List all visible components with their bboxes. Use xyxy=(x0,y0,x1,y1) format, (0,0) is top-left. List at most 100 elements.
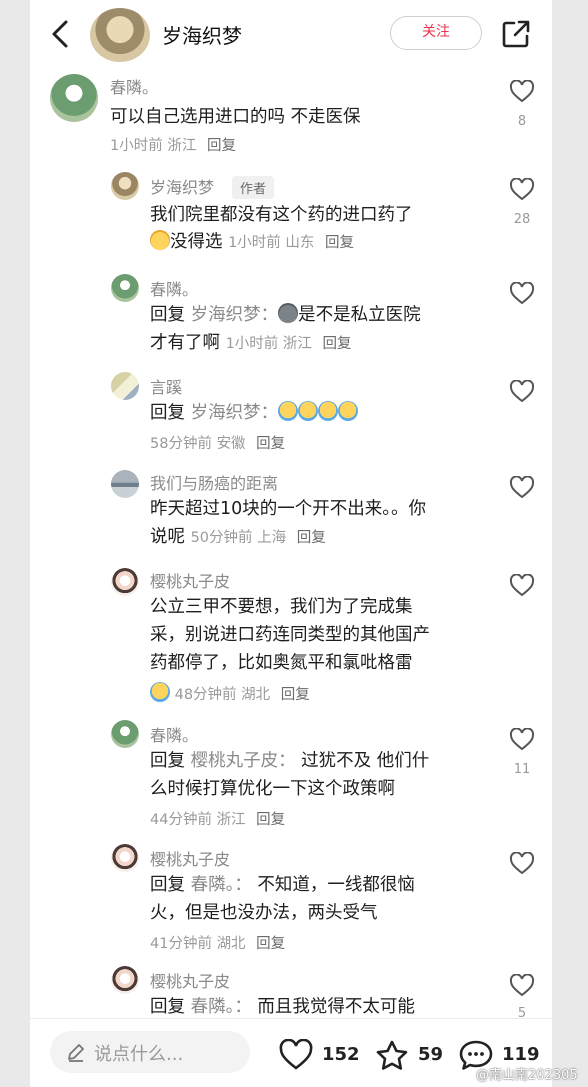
comment-text-line2: 火，但是也没办法，两头受气 xyxy=(150,903,378,923)
comment-text: 昨天超过10块的一个开不出来。。你 xyxy=(150,499,427,519)
like-count: 11 xyxy=(513,762,531,777)
reply-button[interactable]: 回复 xyxy=(281,687,310,703)
reply-button[interactable]: 回复 xyxy=(297,530,326,546)
crying-emoji-icon xyxy=(298,401,319,421)
phone-screen: 岁海织梦 关注 春隣。 可以自己选用进口的吗 不走医保 1小时前 浙江 回复 8… xyxy=(30,0,552,1087)
watermark: @南山南202305 xyxy=(476,1068,578,1083)
share-icon[interactable] xyxy=(500,18,532,50)
comment-text-line2: 说呢 50分钟前 上海 回复 xyxy=(150,527,326,547)
heart-icon[interactable] xyxy=(509,380,535,404)
comment-time: 41分钟前 xyxy=(150,936,212,952)
comment-location: 浙江 xyxy=(216,812,246,828)
crying-emoji-icon xyxy=(318,401,339,421)
comment-text: 回复 春隣。： 不知道，一线都很恼 xyxy=(150,875,415,895)
comment-text-line2: 采，别说进口药连同类型的其他国产 xyxy=(150,625,430,645)
comment-input[interactable]: 说点什么... xyxy=(50,1031,250,1073)
comment-text: 回复 岁海织梦： 是不是私立医院 xyxy=(150,303,421,325)
avatar[interactable] xyxy=(111,568,139,596)
heart-icon[interactable] xyxy=(509,80,535,104)
comment-meta: 1小时前 浙江 回复 xyxy=(110,134,236,155)
emoji-icon xyxy=(150,230,170,250)
comment-location: 安徽 xyxy=(216,436,246,452)
avatar[interactable] xyxy=(111,372,139,400)
commenter-name[interactable]: 春隣。 xyxy=(150,722,198,746)
comment-meta: 1小时前 浙江 回复 xyxy=(226,336,352,352)
heart-icon[interactable] xyxy=(509,974,535,998)
comment-location: 湖北 xyxy=(216,936,246,952)
back-arrow-icon[interactable] xyxy=(46,18,76,50)
emoji-icon xyxy=(278,303,299,323)
commenter-name[interactable]: 樱桃丸子皮 xyxy=(150,568,230,592)
reply-button[interactable]: 回复 xyxy=(256,812,285,828)
commenter-name[interactable]: 春隣。 xyxy=(110,74,158,98)
avatar[interactable] xyxy=(111,274,139,302)
comment-text-line3: 药都停了，比如奥氮平和氯吡格雷 xyxy=(150,653,413,673)
avatar[interactable] xyxy=(111,172,139,200)
comment-time: 1小时前 xyxy=(225,336,279,352)
avatar[interactable] xyxy=(111,470,139,498)
reply-to-user[interactable]: 岁海织梦： xyxy=(191,403,279,423)
comment-location: 山东 xyxy=(285,235,315,251)
reply-to-user[interactable]: 春隣。： xyxy=(191,997,252,1017)
author-name[interactable]: 岁海织梦 xyxy=(162,20,242,49)
like-count: 8 xyxy=(517,114,527,129)
author-avatar[interactable] xyxy=(90,8,150,62)
heart-icon[interactable] xyxy=(509,178,535,202)
comment-meta: 50分钟前 上海 回复 xyxy=(191,530,326,546)
pencil-icon xyxy=(68,1044,84,1062)
reply-to-user[interactable]: 春隣。： xyxy=(191,875,252,895)
commenter-name[interactable]: 樱桃丸子皮 xyxy=(150,968,230,992)
comment-time: 50分钟前 xyxy=(190,530,253,546)
heart-icon[interactable] xyxy=(509,282,535,306)
avatar[interactable] xyxy=(111,720,139,748)
heart-icon[interactable] xyxy=(509,728,535,752)
like-heart-icon[interactable] xyxy=(278,1039,314,1071)
comment-text: 回复 樱桃丸子皮： 过犹不及 他们什 xyxy=(150,751,430,771)
avatar[interactable] xyxy=(50,74,98,122)
heart-icon[interactable] xyxy=(509,476,535,500)
comment-meta: 1小时前 山东 回复 xyxy=(228,235,354,251)
reply-to-user[interactable]: 岁海织梦： xyxy=(191,305,279,325)
heart-icon[interactable] xyxy=(509,852,535,876)
comment-meta: 44分钟前 浙江 回复 xyxy=(150,808,285,829)
heart-icon[interactable] xyxy=(509,574,535,598)
comment-text: 我们院里都没有这个药的进口药了 xyxy=(150,205,413,225)
follow-button[interactable]: 关注 xyxy=(390,16,482,50)
bottom-action-bar: 说点什么... 152 59 119 xyxy=(30,1019,552,1087)
star-icon[interactable] xyxy=(374,1039,410,1071)
reply-button[interactable]: 回复 xyxy=(323,336,352,352)
commenter-name[interactable]: 言蹊 xyxy=(150,374,182,398)
like-count: 28 xyxy=(513,212,531,227)
crying-emoji-icon xyxy=(278,401,299,421)
reply-to-user[interactable]: 樱桃丸子皮： xyxy=(191,751,296,771)
commenter-name[interactable]: 樱桃丸子皮 xyxy=(150,846,230,870)
comment-time: 58分钟前 xyxy=(150,436,212,452)
comment-time: 1小时前 xyxy=(228,235,281,251)
reply-button[interactable]: 回复 xyxy=(207,138,236,154)
commenter-name[interactable]: 春隣。 xyxy=(150,276,198,300)
avatar[interactable] xyxy=(111,844,139,872)
comment-location: 上海 xyxy=(257,530,287,546)
reply-button[interactable]: 回复 xyxy=(256,936,285,952)
crying-emoji-icon xyxy=(150,682,170,702)
comment-time: 44分钟前 xyxy=(150,812,212,828)
reply-button[interactable]: 回复 xyxy=(256,436,285,452)
comment-time: 48分钟前 xyxy=(174,687,237,703)
favorite-count: 59 xyxy=(418,1044,444,1065)
comment-location: 浙江 xyxy=(167,138,197,154)
commenter-name[interactable]: 岁海织梦 xyxy=(150,174,214,198)
input-placeholder: 说点什么... xyxy=(94,1044,184,1065)
comment-location: 浙江 xyxy=(282,336,312,352)
avatar[interactable] xyxy=(111,966,139,994)
comment-meta: 41分钟前 湖北 回复 xyxy=(150,932,285,953)
reply-button[interactable]: 回复 xyxy=(325,235,354,251)
like-count-total: 152 xyxy=(322,1044,360,1065)
comment-time: 1小时前 xyxy=(110,138,163,154)
crying-emoji-icon xyxy=(338,401,359,421)
commenter-name[interactable]: 我们与肠癌的距离 xyxy=(150,470,278,494)
comment-text: 公立三甲不要想，我们为了完成集 xyxy=(150,597,413,617)
comment-text: 可以自己选用进口的吗 不走医保 xyxy=(110,107,361,127)
comment-count: 119 xyxy=(502,1044,540,1065)
comment-text: 回复 岁海织梦： xyxy=(150,400,359,427)
comment-location: 湖北 xyxy=(241,687,271,703)
